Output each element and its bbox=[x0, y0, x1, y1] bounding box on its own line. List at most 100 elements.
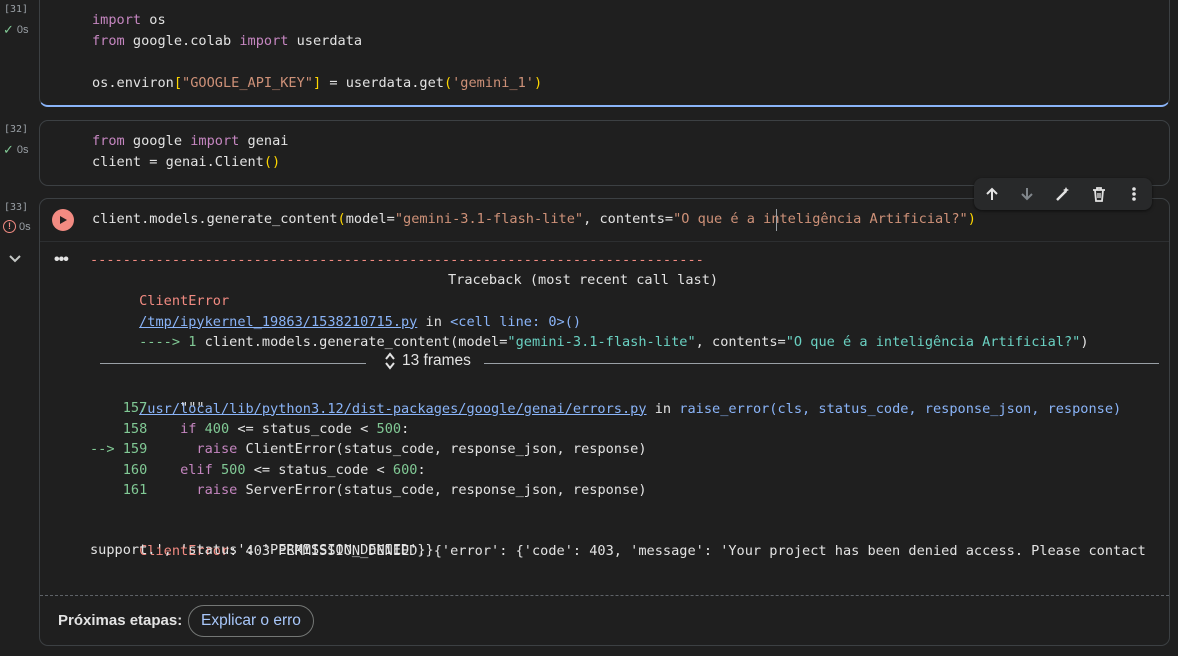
code-token: import bbox=[239, 33, 289, 49]
code-token: <= status_code < bbox=[245, 461, 393, 478]
exec-time: 0s bbox=[19, 220, 31, 233]
line-marker bbox=[90, 482, 123, 498]
code-token: <= status_code < bbox=[229, 420, 377, 437]
code-token: client = genai.Client bbox=[92, 154, 264, 170]
frames-label: 13 frames bbox=[402, 352, 471, 369]
code-line: os.environ["GOOGLE_API_KEY"] = userdata.… bbox=[92, 73, 542, 94]
code-token: "O que é a inteligência Artificial?" bbox=[673, 211, 968, 227]
code-token: "GOOGLE_API_KEY" bbox=[182, 75, 313, 91]
code-editor[interactable]: client.models.generate_content(model="ge… bbox=[92, 209, 976, 230]
code-token: model= bbox=[345, 211, 395, 227]
code-token: : bbox=[401, 420, 410, 437]
source-line: --> 159 raise ClientError(status_code, r… bbox=[90, 439, 647, 460]
gutter-exec-count-31: [31] bbox=[4, 4, 29, 15]
line-number: 157 bbox=[122, 400, 148, 416]
code-token: import bbox=[92, 12, 142, 28]
line-marker: --> bbox=[90, 441, 123, 457]
code-token: google.colab bbox=[124, 33, 240, 49]
code-cell-32[interactable]: from google import genai client = genai.C… bbox=[39, 120, 1170, 186]
move-up-button[interactable] bbox=[979, 181, 1005, 207]
code-token: , contents= bbox=[583, 211, 674, 227]
code-line: import os bbox=[92, 10, 542, 31]
code-token: import bbox=[190, 133, 240, 149]
code-token: 'gemini_1' bbox=[452, 75, 534, 91]
code-token: = userdata.get bbox=[321, 75, 444, 91]
more-options-button[interactable] bbox=[1121, 181, 1147, 207]
delete-cell-button[interactable] bbox=[1086, 181, 1112, 207]
collapse-output-chevron-icon[interactable] bbox=[8, 252, 22, 266]
code-token: () bbox=[263, 154, 281, 170]
edit-ai-button[interactable] bbox=[1050, 181, 1076, 207]
arrow-code-b: , contents= bbox=[695, 333, 786, 350]
move-down-button[interactable] bbox=[1014, 181, 1040, 207]
arrow-str1: "gemini-3.1-flash-lite" bbox=[507, 333, 696, 350]
code-token: : bbox=[417, 461, 426, 478]
code-token: 500 bbox=[221, 461, 246, 478]
line-number: 161 bbox=[122, 482, 148, 498]
gutter-exec-count-33: [33] bbox=[4, 202, 29, 213]
code-token: google bbox=[124, 133, 191, 149]
code-token: 400 bbox=[204, 420, 230, 437]
code-token: 600 bbox=[392, 461, 418, 478]
code-token: ServerError(status_code, response_json, … bbox=[237, 482, 647, 498]
code-token: elif bbox=[180, 461, 213, 478]
explain-error-chip[interactable]: Explicar o erro bbox=[188, 605, 314, 637]
gutter-exec-count-32: [32] bbox=[4, 124, 29, 135]
arrow-prefix: ----> 1 bbox=[139, 333, 205, 350]
line-number: 159 bbox=[122, 441, 148, 457]
gutter-status-33: ! 0s bbox=[3, 220, 31, 233]
final-error-line-2: support.', 'status': 'PERMISSION_DENIED'… bbox=[90, 542, 434, 558]
line-marker bbox=[90, 462, 123, 478]
code-cell-31[interactable]: import os from google.colab import userda… bbox=[39, 0, 1170, 107]
code-token: from bbox=[92, 33, 125, 49]
gutter-status-31: ✓ 0s bbox=[3, 22, 29, 38]
code-cell-33[interactable]: client.models.generate_content(model="ge… bbox=[39, 198, 1170, 646]
code-token: raise bbox=[196, 441, 238, 457]
line-number: 158 bbox=[122, 420, 148, 437]
code-token: ( bbox=[337, 211, 346, 227]
run-cell-button[interactable] bbox=[52, 209, 74, 231]
frames-separator-right bbox=[484, 363, 1159, 364]
code-token: ) bbox=[533, 75, 543, 91]
in-text: in bbox=[646, 400, 680, 417]
code-token: ClientError(status_code, response_json, … bbox=[237, 441, 647, 457]
code-editor[interactable]: import os from google.colab import userda… bbox=[92, 10, 542, 94]
line-number: 160 bbox=[122, 461, 148, 478]
code-token: "gemini-3.1-flash-lite" bbox=[394, 211, 584, 227]
next-steps-label: Próximas etapas: bbox=[58, 612, 183, 629]
code-editor[interactable]: from google import genai client = genai.C… bbox=[92, 131, 288, 173]
source-line: 158 if 400 <= status_code < 500: bbox=[90, 419, 647, 440]
arrow-code-c: ) bbox=[1080, 333, 1089, 350]
gutter-status-32: ✓ 0s bbox=[3, 142, 29, 158]
code-line: client.models.generate_content(model="ge… bbox=[92, 209, 976, 230]
code-line: client = genai.Client() bbox=[92, 152, 288, 173]
source-lines: 157 """ 158 if 400 <= status_code < 500:… bbox=[90, 398, 647, 501]
check-icon: ✓ bbox=[3, 142, 14, 157]
check-icon: ✓ bbox=[3, 22, 14, 37]
next-steps-divider bbox=[40, 595, 1169, 596]
expand-icon bbox=[385, 352, 395, 370]
exec-time: 0s bbox=[16, 24, 29, 36]
code-token: genai bbox=[239, 133, 289, 149]
source-line: 161 raise ServerError(status_code, respo… bbox=[90, 480, 647, 501]
more-vert-icon bbox=[1132, 187, 1136, 201]
code-token: if bbox=[180, 420, 197, 437]
magic-edit-icon bbox=[1056, 187, 1069, 201]
code-token: raise bbox=[196, 482, 238, 498]
frames-toggle[interactable]: 13 frames bbox=[384, 351, 471, 372]
source-line: 160 elif 500 <= status_code < 600: bbox=[90, 460, 647, 481]
code-token: 500 bbox=[376, 420, 402, 437]
output-divider bbox=[40, 241, 1169, 242]
line-marker bbox=[90, 400, 123, 416]
output-menu-icon[interactable]: ••• bbox=[54, 251, 69, 269]
cell-toolbar bbox=[974, 178, 1152, 210]
code-token: userdata bbox=[288, 33, 363, 49]
code-token: ( bbox=[443, 75, 453, 91]
traceback-dashes: ----------------------------------------… bbox=[90, 252, 704, 268]
